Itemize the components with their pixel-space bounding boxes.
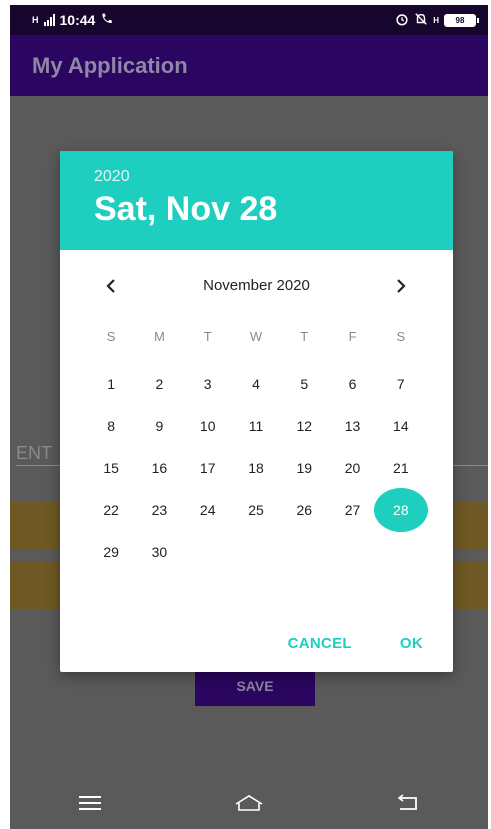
app-title: My Application bbox=[32, 52, 188, 78]
home-button[interactable] bbox=[219, 783, 279, 823]
weekday-label: S bbox=[106, 328, 116, 344]
calendar-day[interactable]: 12 bbox=[280, 405, 328, 447]
calendar-day[interactable]: 8 bbox=[87, 405, 135, 447]
calendar-day[interactable]: 4 bbox=[232, 363, 280, 405]
battery-level: 98 bbox=[455, 15, 465, 25]
calendar-week-row: 1 2 3 4 5 6 7 bbox=[87, 363, 425, 405]
calendar-day[interactable]: 10 bbox=[184, 405, 232, 447]
calendar-week-row: 15 16 17 18 19 20 21 bbox=[87, 447, 425, 489]
home-icon bbox=[235, 795, 263, 811]
calendar-day[interactable]: 24 bbox=[184, 489, 232, 531]
calendar-week-row: 8 9 10 11 12 13 14 bbox=[87, 405, 425, 447]
calendar-day[interactable]: 6 bbox=[328, 363, 376, 405]
calendar-day[interactable]: 14 bbox=[377, 405, 425, 447]
calendar-day[interactable]: 25 bbox=[232, 489, 280, 531]
calendar-day[interactable]: 2 bbox=[135, 363, 183, 405]
status-left: H 10:44 bbox=[32, 12, 113, 28]
weekday-label: T bbox=[203, 328, 212, 344]
calendar-week-row: 22 23 24 25 26 27 28 bbox=[87, 489, 425, 531]
weekday-label: F bbox=[348, 328, 357, 344]
dialog-actions: CANCEL OK bbox=[288, 635, 423, 652]
call-icon bbox=[100, 12, 113, 28]
calendar-day[interactable]: 13 bbox=[328, 405, 376, 447]
calendar-day[interactable]: 9 bbox=[135, 405, 183, 447]
calendar-day[interactable]: 1 bbox=[87, 363, 135, 405]
network-h-icon: H bbox=[433, 15, 439, 25]
network-type: H bbox=[32, 15, 39, 25]
date-picker-dialog: 2020 Sat, Nov 28 November 2020 S M T W T… bbox=[60, 151, 453, 672]
alarm-icon bbox=[395, 12, 409, 29]
calendar-week-row: 29 30 bbox=[87, 531, 425, 573]
weekday-label: T bbox=[300, 328, 309, 344]
calendar-day-empty bbox=[184, 531, 232, 573]
menu-icon bbox=[78, 796, 101, 810]
calendar-day[interactable]: 19 bbox=[280, 447, 328, 489]
selected-day-label: 28 bbox=[393, 502, 409, 518]
calendar-day-empty bbox=[280, 531, 328, 573]
menu-button[interactable] bbox=[60, 783, 120, 823]
weekday-label: M bbox=[154, 328, 165, 344]
calendar-day[interactable]: 17 bbox=[184, 447, 232, 489]
calendar-day[interactable]: 18 bbox=[232, 447, 280, 489]
next-month-button[interactable] bbox=[386, 271, 416, 301]
signal-icon bbox=[43, 14, 55, 26]
battery-icon: 98 bbox=[444, 13, 479, 27]
calendar-day[interactable]: 30 bbox=[135, 531, 183, 573]
status-time: 10:44 bbox=[59, 12, 96, 28]
status-right: H 98 bbox=[395, 12, 479, 29]
calendar-day[interactable]: 22 bbox=[87, 489, 135, 531]
calendar-day-empty bbox=[377, 531, 425, 573]
header-selected-date[interactable]: Sat, Nov 28 bbox=[94, 190, 453, 229]
phone-screen: H 10:44 H 98 My Application ENT SAVE 202… bbox=[10, 5, 488, 829]
calendar-day[interactable]: 7 bbox=[377, 363, 425, 405]
background-input-hint: ENT bbox=[16, 443, 52, 463]
mute-icon bbox=[414, 12, 428, 29]
navigation-bar bbox=[10, 777, 488, 829]
calendar-day[interactable]: 11 bbox=[232, 405, 280, 447]
calendar-day[interactable]: 3 bbox=[184, 363, 232, 405]
calendar-day[interactable]: 27 bbox=[328, 489, 376, 531]
ok-button[interactable]: OK bbox=[400, 635, 423, 652]
chevron-right-icon bbox=[397, 279, 406, 293]
weekday-label: S bbox=[396, 328, 406, 344]
calendar-day[interactable]: 15 bbox=[87, 447, 135, 489]
calendar-grid: S M T W T F S 1 2 3 4 5 6 7 8 9 10 11 12… bbox=[87, 321, 425, 573]
background-save-button: SAVE bbox=[195, 666, 315, 706]
back-icon bbox=[397, 794, 418, 810]
weekday-label: W bbox=[249, 328, 263, 344]
calendar-day[interactable]: 20 bbox=[328, 447, 376, 489]
month-navigation: November 2020 bbox=[60, 271, 453, 301]
calendar-day-empty bbox=[328, 531, 376, 573]
calendar-day-empty bbox=[232, 531, 280, 573]
calendar-day[interactable]: 26 bbox=[280, 489, 328, 531]
app-bar: My Application bbox=[10, 35, 488, 96]
cancel-button[interactable]: CANCEL bbox=[288, 635, 352, 652]
header-year[interactable]: 2020 bbox=[94, 168, 453, 188]
calendar-day-selected[interactable]: 28 bbox=[377, 489, 425, 531]
status-bar: H 10:44 H 98 bbox=[10, 5, 488, 35]
calendar-day[interactable]: 29 bbox=[87, 531, 135, 573]
calendar-day[interactable]: 21 bbox=[377, 447, 425, 489]
date-picker-header: 2020 Sat, Nov 28 bbox=[60, 151, 453, 250]
calendar-day[interactable]: 23 bbox=[135, 489, 183, 531]
back-button[interactable] bbox=[378, 783, 438, 823]
weekday-header-row: S M T W T F S bbox=[87, 321, 425, 351]
calendar-day[interactable]: 5 bbox=[280, 363, 328, 405]
calendar-day[interactable]: 16 bbox=[135, 447, 183, 489]
